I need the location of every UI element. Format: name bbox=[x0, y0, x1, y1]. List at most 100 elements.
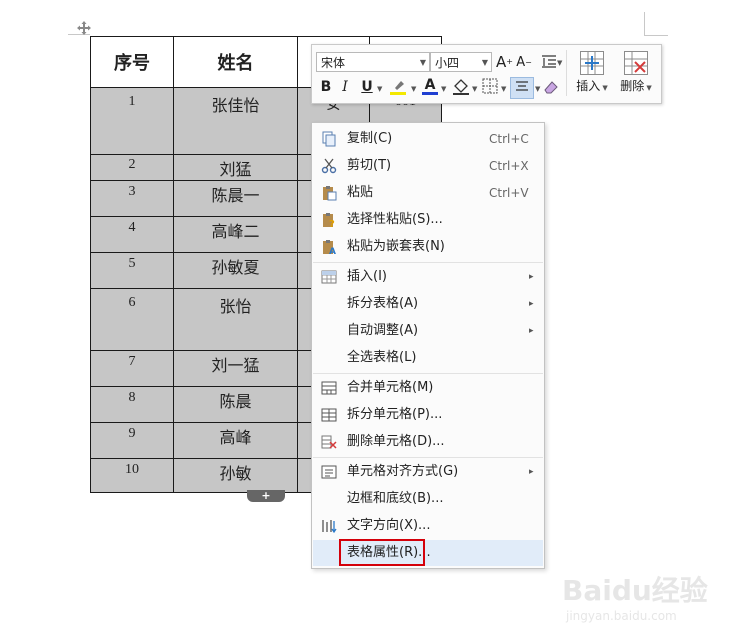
italic-button[interactable]: I bbox=[338, 78, 352, 96]
header-cell-number[interactable]: 序号 bbox=[90, 36, 174, 88]
chevron-down-icon: ▼ bbox=[472, 85, 478, 93]
align-button[interactable] bbox=[510, 77, 534, 99]
menu-separator bbox=[313, 457, 543, 458]
text-direction-icon bbox=[322, 520, 337, 534]
toolbar-divider bbox=[566, 50, 567, 96]
menu-item-cut[interactable]: 剪切(T) Ctrl+X bbox=[313, 153, 543, 179]
chevron-down-icon: ▼ bbox=[377, 85, 383, 93]
bold-button[interactable]: B bbox=[318, 78, 334, 96]
eraser-button[interactable] bbox=[542, 78, 560, 101]
name-cell[interactable]: 孙敏 bbox=[173, 458, 298, 493]
insert-table-icon bbox=[321, 270, 337, 284]
delete-cells-icon bbox=[321, 435, 337, 449]
grow-font-icon: A bbox=[496, 53, 507, 71]
number-cell[interactable]: 8 bbox=[90, 386, 174, 423]
menu-item-paste-nested-table[interactable]: A 粘贴为嵌套表(N) bbox=[313, 234, 543, 260]
mini-toolbar: 宋体 ▼ 小四 ▼ A+ A− ▼ B I U ▼ ▼ A ▼ ▼ ▼ ▼ 插入… bbox=[311, 44, 662, 104]
font-name-select[interactable]: 宋体 ▼ bbox=[316, 52, 430, 72]
name-cell[interactable]: 陈晨一 bbox=[173, 180, 298, 217]
watermark-brand: Baidu经验 bbox=[562, 574, 708, 607]
paste-icon bbox=[323, 186, 337, 201]
font-size-select[interactable]: 小四 ▼ bbox=[430, 52, 492, 72]
menu-item-borders-shading[interactable]: 边框和底纹(B)... bbox=[313, 486, 543, 512]
menu-item-label: 复制(C) bbox=[347, 131, 393, 146]
name-cell[interactable]: 高峰 bbox=[173, 422, 298, 459]
menu-item-insert[interactable]: 插入(I) ▸ bbox=[313, 264, 543, 290]
menu-item-label: 选择性粘贴(S)... bbox=[347, 212, 443, 227]
paint-bucket-icon bbox=[453, 79, 469, 95]
page-margin-mark bbox=[644, 35, 668, 36]
menu-item-label: 剪切(T) bbox=[347, 158, 392, 173]
menu-item-paste-special[interactable]: ? 选择性粘贴(S)... bbox=[313, 207, 543, 233]
add-row-button[interactable]: + bbox=[247, 490, 285, 502]
number-cell[interactable]: 9 bbox=[90, 422, 174, 459]
chevron-down-icon: ▼ bbox=[557, 59, 563, 67]
name-cell[interactable]: 孙敏夏 bbox=[173, 252, 298, 289]
number-cell[interactable]: 2 bbox=[90, 154, 174, 181]
font-size-value: 小四 bbox=[435, 56, 460, 70]
submenu-arrow-icon: ▸ bbox=[529, 467, 534, 477]
eraser-icon bbox=[544, 81, 558, 94]
line-spacing-icon bbox=[542, 55, 556, 68]
scissors-icon bbox=[321, 158, 337, 174]
grow-font-button[interactable]: A+ bbox=[496, 53, 513, 71]
menu-item-autofit[interactable]: 自动调整(A) ▸ bbox=[313, 318, 543, 344]
number-cell[interactable]: 4 bbox=[90, 216, 174, 253]
shrink-font-button[interactable]: A− bbox=[516, 54, 532, 72]
name-cell[interactable]: 张怡 bbox=[173, 288, 298, 351]
paste-special-icon: ? bbox=[323, 213, 335, 228]
number-cell[interactable]: 1 bbox=[90, 87, 174, 155]
number-cell[interactable]: 3 bbox=[90, 180, 174, 217]
submenu-arrow-icon: ▸ bbox=[529, 299, 534, 309]
delete-table-icon bbox=[624, 51, 648, 75]
menu-item-label: 单元格对齐方式(G) bbox=[347, 464, 459, 479]
name-cell[interactable]: 刘一猛 bbox=[173, 350, 298, 387]
name-cell[interactable]: 高峰二 bbox=[173, 216, 298, 253]
name-cell[interactable]: 陈晨 bbox=[173, 386, 298, 423]
context-menu: 复制(C) Ctrl+C 剪切(T) Ctrl+X 粘贴 Ctrl+V ? 选择… bbox=[311, 122, 545, 569]
delete-button[interactable]: 删除 ▼ bbox=[614, 51, 658, 94]
table-move-handle-icon[interactable] bbox=[76, 20, 92, 36]
number-cell[interactable]: 7 bbox=[90, 350, 174, 387]
annotation-highlight-box bbox=[339, 539, 425, 566]
shading-button[interactable] bbox=[452, 78, 470, 101]
menu-item-text-direction[interactable]: 文字方向(X)... bbox=[313, 513, 543, 539]
insert-button[interactable]: 插入 ▼ bbox=[570, 51, 614, 94]
font-color-icon: A bbox=[424, 77, 436, 93]
menu-item-split-table[interactable]: 拆分表格(A) ▸ bbox=[313, 291, 543, 317]
name-cell[interactable]: 张佳怡 bbox=[173, 87, 298, 155]
copy-icon bbox=[322, 131, 336, 147]
font-name-value: 宋体 bbox=[321, 56, 346, 70]
highlight-button[interactable] bbox=[388, 78, 408, 101]
menu-item-cell-alignment[interactable]: 单元格对齐方式(G) ▸ bbox=[313, 459, 543, 485]
name-cell[interactable]: 刘猛 bbox=[173, 154, 298, 181]
number-cell[interactable]: 10 bbox=[90, 458, 174, 493]
menu-item-delete-cells[interactable]: 删除单元格(D)... bbox=[313, 429, 543, 455]
chevron-down-icon: ▼ bbox=[419, 58, 426, 67]
menu-item-paste[interactable]: 粘贴 Ctrl+V bbox=[313, 180, 543, 206]
merge-cells-icon bbox=[321, 381, 337, 395]
number-cell[interactable]: 6 bbox=[90, 288, 174, 351]
svg-text:A: A bbox=[329, 247, 336, 255]
menu-item-merge-cells[interactable]: 合并单元格(M) bbox=[313, 375, 543, 401]
menu-item-select-table[interactable]: 全选表格(L) bbox=[313, 345, 543, 371]
menu-item-label: 自动调整(A) bbox=[347, 323, 419, 338]
page-margin-mark bbox=[644, 12, 645, 36]
borders-button[interactable] bbox=[482, 78, 498, 99]
header-cell-name[interactable]: 姓名 bbox=[173, 36, 298, 88]
delete-label: 删除 bbox=[620, 79, 645, 93]
highlighter-icon bbox=[390, 81, 406, 95]
menu-item-split-cells[interactable]: 拆分单元格(P)... bbox=[313, 402, 543, 428]
watermark-url: jingyan.baidu.com bbox=[565, 609, 677, 623]
menu-item-copy[interactable]: 复制(C) Ctrl+C bbox=[313, 126, 543, 152]
menu-item-label: 插入(I) bbox=[347, 269, 387, 284]
underline-button[interactable]: U bbox=[360, 78, 374, 96]
menu-separator bbox=[313, 262, 543, 263]
chevron-down-icon: ▼ bbox=[441, 85, 447, 93]
font-color-button[interactable]: A bbox=[422, 76, 438, 95]
number-cell[interactable]: 5 bbox=[90, 252, 174, 289]
menu-item-label: 删除单元格(D)... bbox=[347, 434, 445, 449]
menu-item-label: 全选表格(L) bbox=[347, 350, 417, 365]
menu-item-label: 文字方向(X)... bbox=[347, 518, 431, 533]
menu-item-label: 拆分表格(A) bbox=[347, 296, 419, 311]
